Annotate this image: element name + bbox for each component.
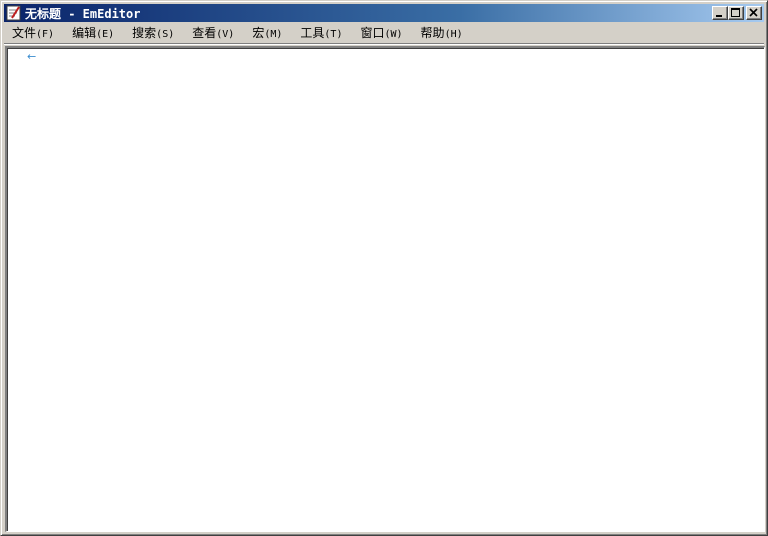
menu-separator bbox=[4, 43, 764, 45]
menu-tools[interactable]: 工具(T) bbox=[292, 24, 350, 43]
menu-edit[interactable]: 编辑(E) bbox=[64, 24, 122, 43]
maximize-button[interactable] bbox=[728, 6, 744, 20]
close-icon bbox=[749, 8, 758, 17]
menu-bar: 文件(F) 编辑(E) 搜索(S) 查看(V) 宏(M) 工具(T) 窗口(W)… bbox=[4, 24, 764, 43]
title-bar-buttons bbox=[712, 6, 762, 20]
menu-file[interactable]: 文件(F) bbox=[4, 24, 62, 43]
maximize-icon bbox=[731, 8, 740, 17]
editor-text-area[interactable]: ← bbox=[5, 46, 765, 532]
menu-view[interactable]: 查看(V) bbox=[184, 24, 242, 43]
minimize-icon bbox=[716, 15, 722, 17]
minimize-button[interactable] bbox=[712, 6, 728, 20]
emeditor-app-icon[interactable] bbox=[6, 5, 22, 21]
emeditor-window: 无标题 - EmEditor 文件(F) 编辑(E) 搜索(S) 查看(V) 宏… bbox=[0, 0, 768, 536]
end-of-file-marker: ← bbox=[27, 50, 37, 63]
window-title: 无标题 - EmEditor bbox=[25, 6, 141, 21]
title-bar[interactable]: 无标题 - EmEditor bbox=[4, 4, 764, 22]
menu-search[interactable]: 搜索(S) bbox=[124, 24, 182, 43]
menu-macro[interactable]: 宏(M) bbox=[244, 24, 290, 43]
menu-help[interactable]: 帮助(H) bbox=[413, 24, 471, 43]
close-button[interactable] bbox=[746, 6, 762, 20]
menu-window[interactable]: 窗口(W) bbox=[352, 24, 410, 43]
